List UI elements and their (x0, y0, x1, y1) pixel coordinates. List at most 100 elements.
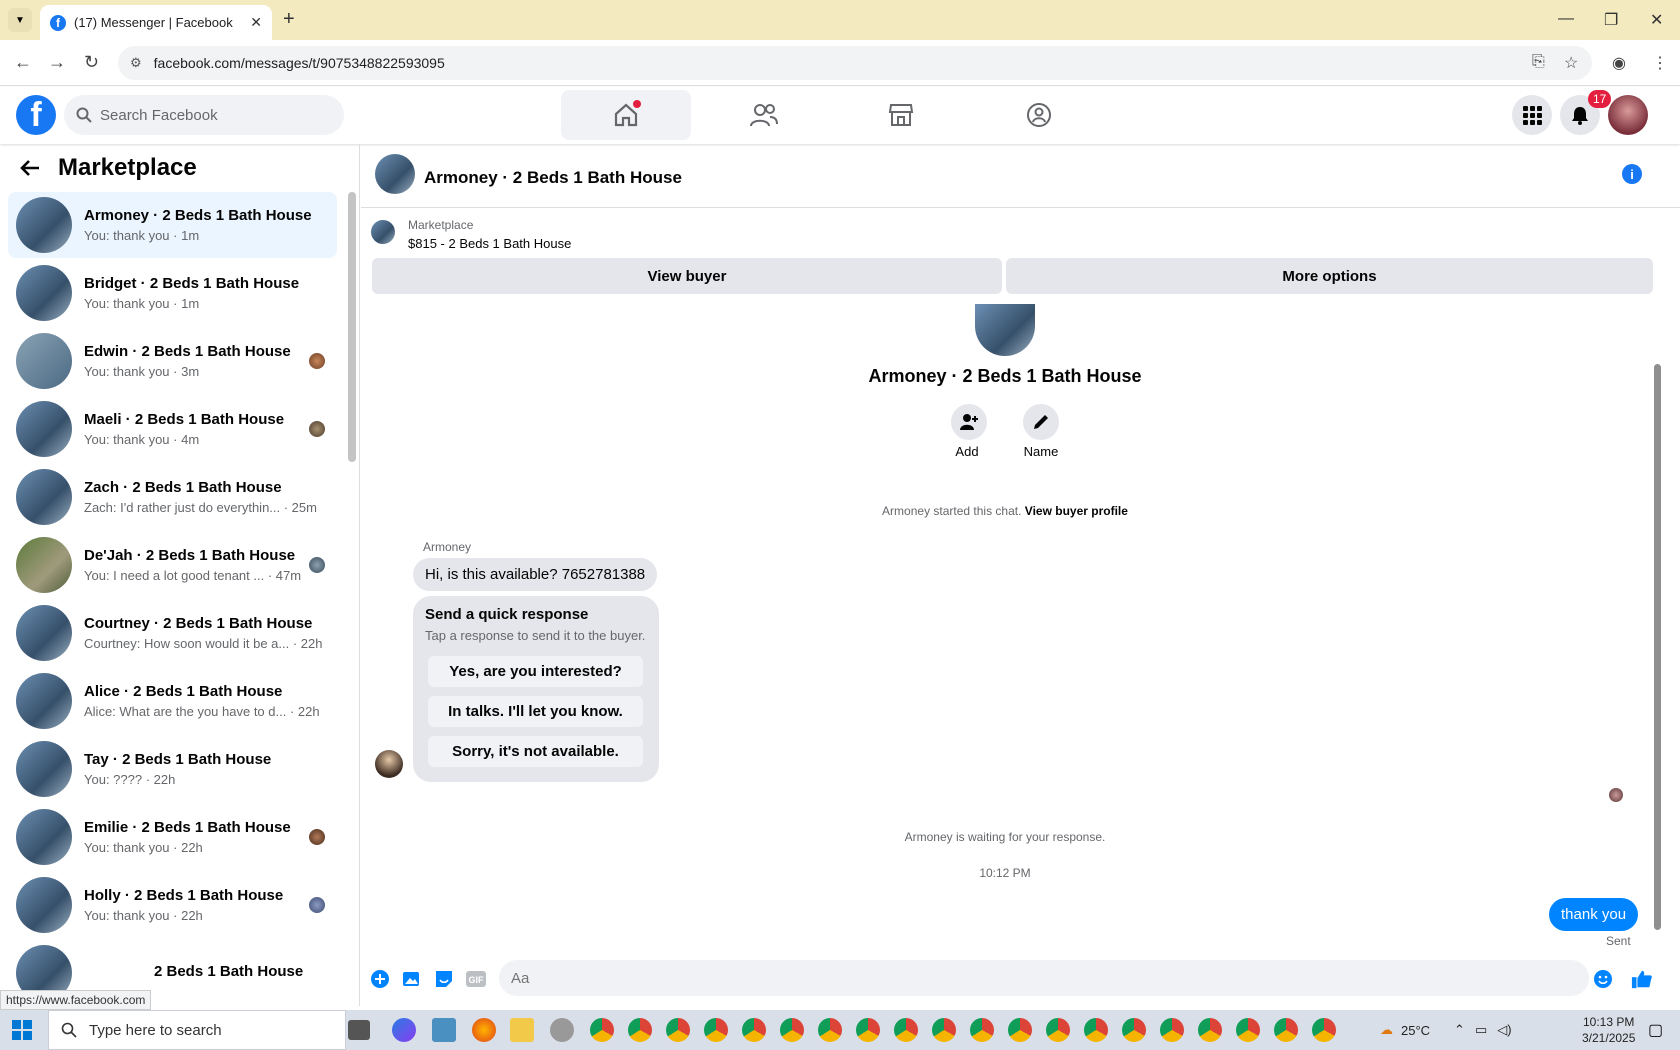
chrome-icon[interactable] (1312, 1018, 1336, 1042)
like-button[interactable] (1631, 968, 1653, 990)
chrome-icon[interactable] (818, 1018, 842, 1042)
chrome-icon[interactable] (590, 1018, 614, 1042)
quick-response-in-talks-button[interactable]: In talks. I'll let you know. (428, 696, 643, 727)
conversation-item[interactable]: De'Jah · 2 Beds 1 Bath House You: I need … (8, 532, 337, 598)
firefox-icon[interactable] (472, 1018, 496, 1042)
conversation-item[interactable]: Zach · 2 Beds 1 Bath House Zach: I'd rath… (8, 464, 337, 530)
chat-title[interactable]: Armoney · 2 Beds 1 Bath House (424, 168, 682, 188)
conversation-item[interactable]: Alice · 2 Beds 1 Bath House Alice: What a… (8, 668, 337, 734)
address-bar[interactable]: ⚙ facebook.com/messages/t/90753488225930… (118, 46, 1592, 80)
sidebar-scrollbar[interactable] (348, 192, 356, 462)
back-arrow-icon[interactable] (20, 159, 40, 177)
site-info-icon[interactable]: ⚙ (130, 55, 142, 71)
listing-thumbnail (16, 537, 72, 593)
chrome-icon[interactable] (1084, 1018, 1108, 1042)
conversation-preview: Alice: What are the you have to d... · 2… (84, 704, 320, 719)
chrome-icon[interactable] (780, 1018, 804, 1042)
menu-icon[interactable]: ⋮ (1652, 53, 1668, 73)
minimize-button[interactable]: — (1558, 10, 1574, 28)
quick-response-yes-button[interactable]: Yes, are you interested? (428, 656, 643, 687)
windows-start-button[interactable] (12, 1020, 32, 1040)
profile-icon[interactable]: ◉ (1612, 53, 1626, 73)
chrome-icon[interactable] (970, 1018, 994, 1042)
chevron-up-icon[interactable]: ⌃ (1454, 1022, 1465, 1038)
edit-name-button[interactable] (1023, 404, 1059, 440)
search-facebook-input[interactable]: Search Facebook (64, 95, 344, 135)
chrome-icon[interactable] (628, 1018, 652, 1042)
menu-grid-button[interactable] (1512, 95, 1552, 135)
chrome-icon[interactable] (856, 1018, 880, 1042)
photo-button[interactable] (401, 968, 423, 990)
taskbar-search-input[interactable]: Type here to search (48, 1010, 346, 1050)
chrome-icon[interactable] (894, 1018, 918, 1042)
message-input[interactable] (499, 960, 1589, 996)
reload-button[interactable]: ↻ (84, 52, 99, 73)
new-tab-button[interactable]: + (283, 8, 295, 31)
conversation-item[interactable]: Armoney · 2 Beds 1 Bath House You: thank … (8, 192, 337, 258)
listing-thumbnail (16, 605, 72, 661)
network-icon[interactable]: ▭ (1475, 1022, 1487, 1038)
chrome-icon[interactable] (932, 1018, 956, 1042)
close-tab-icon[interactable]: ✕ (250, 14, 262, 31)
chrome-icon[interactable] (1198, 1018, 1222, 1042)
volume-icon[interactable]: ◁) (1497, 1022, 1511, 1038)
svg-text:GIF: GIF (469, 975, 485, 985)
gif-button[interactable]: GIF (465, 968, 487, 990)
chrome-icon[interactable] (1274, 1018, 1298, 1042)
search-icon (61, 1022, 77, 1038)
bookmark-star-icon[interactable]: ☆ (1564, 53, 1578, 73)
restore-button[interactable]: ❐ (1604, 10, 1618, 30)
chrome-icon[interactable] (666, 1018, 690, 1042)
tab-search-button[interactable]: ▼ (8, 8, 32, 32)
status-bar-url: https://www.facebook.com (0, 990, 152, 1010)
view-buyer-profile-link[interactable]: View buyer profile (1025, 504, 1128, 518)
conversation-item[interactable]: Tay · 2 Beds 1 Bath House You: ???? · 22h (8, 736, 337, 802)
browser-tab[interactable]: f (17) Messenger | Facebook ✕ (40, 5, 272, 40)
marketplace-tab[interactable] (836, 90, 966, 140)
groups-tab[interactable] (974, 90, 1104, 140)
info-icon[interactable]: i (1622, 164, 1642, 184)
listing-mini-thumbnail (371, 220, 395, 244)
sticker-button[interactable] (433, 968, 455, 990)
conversation-item[interactable]: Holly · 2 Beds 1 Bath House You: thank yo… (8, 872, 337, 938)
account-avatar[interactable] (1608, 95, 1648, 135)
task-view-icon[interactable] (348, 1020, 370, 1040)
app-icon[interactable] (550, 1018, 574, 1042)
thread-scrollbar[interactable] (1654, 364, 1661, 930)
conversation-item[interactable]: Courtney · 2 Beds 1 Bath House Courtney: … (8, 600, 337, 666)
chrome-icon[interactable] (1008, 1018, 1032, 1042)
pencil-icon (1032, 413, 1050, 431)
chrome-icon[interactable] (1160, 1018, 1184, 1042)
chrome-icon[interactable] (742, 1018, 766, 1042)
app-icon[interactable] (432, 1018, 456, 1042)
quick-response-not-available-button[interactable]: Sorry, it's not available. (428, 736, 643, 767)
chat-listing-thumbnail[interactable] (375, 154, 415, 194)
buyer-avatar[interactable] (375, 750, 403, 778)
marketplace-icon (888, 102, 914, 128)
view-buyer-button[interactable]: View buyer (372, 258, 1002, 294)
emoji-button[interactable] (1592, 968, 1614, 990)
home-tab[interactable] (561, 90, 691, 140)
close-window-button[interactable]: ✕ (1650, 10, 1663, 30)
taskbar-clock[interactable]: 10:13 PM 3/21/2025 (1582, 1014, 1635, 1046)
chrome-icon[interactable] (1122, 1018, 1146, 1042)
weather-temp[interactable]: 25°C (1401, 1023, 1430, 1038)
back-button[interactable]: ← (14, 52, 32, 73)
chrome-icon[interactable] (1046, 1018, 1070, 1042)
forward-button[interactable]: → (48, 52, 66, 73)
conversation-item[interactable]: Emilie · 2 Beds 1 Bath House You: thank y… (8, 804, 337, 870)
install-app-icon[interactable]: ⎘ (1532, 53, 1545, 71)
more-actions-button[interactable] (369, 968, 391, 990)
chrome-icon[interactable] (704, 1018, 728, 1042)
file-explorer-icon[interactable] (510, 1018, 534, 1042)
more-options-button[interactable]: More options (1006, 258, 1653, 294)
conversation-item[interactable]: Maeli · 2 Beds 1 Bath House You: thank yo… (8, 396, 337, 462)
facebook-logo[interactable]: f (16, 95, 56, 135)
chrome-icon[interactable] (1236, 1018, 1260, 1042)
friends-tab[interactable] (699, 90, 829, 140)
copilot-icon[interactable] (392, 1018, 416, 1042)
conversation-item[interactable]: Bridget · 2 Beds 1 Bath House You: thank … (8, 260, 337, 326)
add-people-button[interactable] (951, 404, 987, 440)
conversation-item[interactable]: Edwin · 2 Beds 1 Bath House You: thank yo… (8, 328, 337, 394)
notification-center-icon[interactable]: ▢ (1648, 1020, 1663, 1040)
